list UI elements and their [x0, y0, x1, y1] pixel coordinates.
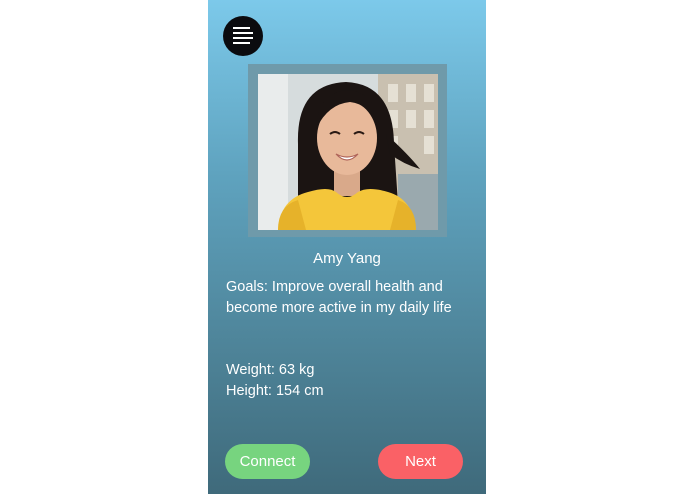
menu-icon — [233, 27, 253, 44]
profile-photo-frame — [248, 64, 447, 237]
next-button[interactable]: Next — [378, 444, 463, 479]
profile-stats: Weight: 63 kg Height: 154 cm — [226, 360, 466, 402]
profile-name: Amy Yang — [313, 250, 381, 267]
profile-goals: Goals: Improve overall health and become… — [226, 279, 452, 316]
app-screen: Amy Yang Goals: Improve overall health a… — [208, 0, 486, 494]
profile-weight: Weight: 63 kg — [226, 362, 315, 378]
profile-height: Height: 154 cm — [226, 383, 324, 399]
connect-button[interactable]: Connect — [225, 444, 310, 479]
profile-photo — [258, 74, 438, 230]
menu-button[interactable] — [223, 16, 263, 56]
